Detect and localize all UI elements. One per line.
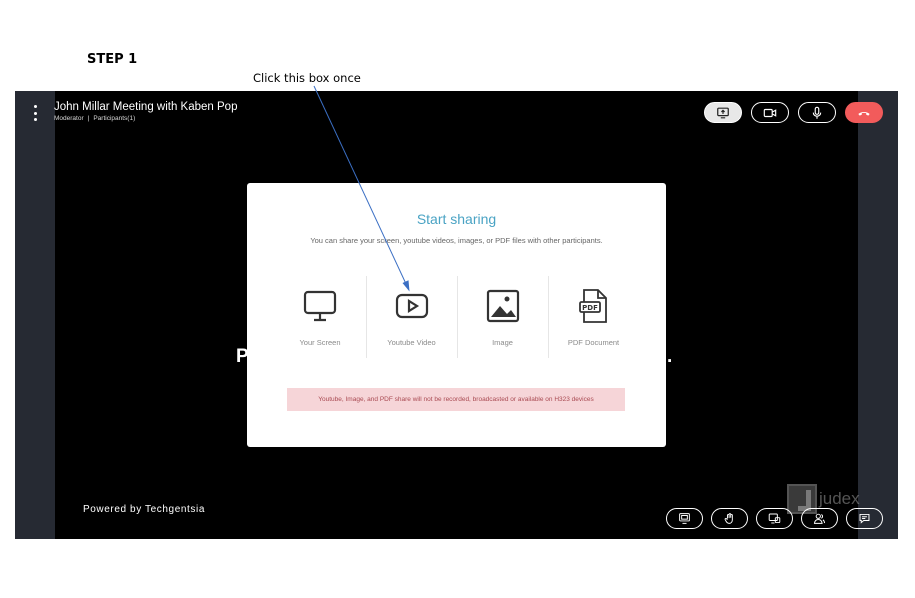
share-option-image[interactable]: Image	[457, 276, 547, 358]
play-icon	[395, 293, 428, 319]
share-option-youtube[interactable]: Youtube Video	[366, 276, 456, 358]
more-options-icon[interactable]	[30, 105, 40, 121]
modal-title: Start sharing	[416, 211, 497, 227]
modal-subtitle: You can share your screen, youtube video…	[310, 236, 603, 245]
screen-icon	[768, 513, 781, 524]
share-option-pdf[interactable]: PDF PDF Document	[548, 276, 638, 358]
background-text-right: .	[667, 346, 673, 367]
participants-button[interactable]	[801, 508, 838, 529]
info-separator: |	[87, 115, 90, 122]
hand-icon	[724, 513, 733, 524]
participants-link[interactable]: Participants(1)	[93, 115, 135, 122]
microphone-button[interactable]	[798, 102, 836, 123]
screen-share-toggle-button[interactable]	[756, 508, 793, 529]
chat-icon	[859, 513, 870, 524]
meeting-info: Moderator | Participants(1)	[54, 115, 135, 122]
powered-by-label: Powered by Techgentsia	[83, 504, 205, 515]
share-option-label: PDF Document	[567, 338, 620, 347]
meeting-window: John Millar Meeting with Kaben Pop Moder…	[15, 91, 898, 539]
share-screen-icon	[717, 107, 729, 118]
meeting-title: John Millar Meeting with Kaben Pop	[54, 101, 238, 113]
pdf-icon: PDF	[578, 289, 607, 323]
left-side-panel	[15, 91, 55, 539]
microphone-icon	[812, 106, 822, 119]
chat-button[interactable]	[846, 508, 883, 529]
right-side-panel	[858, 91, 898, 539]
role-label: Moderator	[54, 115, 84, 122]
share-option-label: Your Screen	[299, 338, 341, 347]
share-option-label: Image	[492, 338, 513, 347]
share-option-screen[interactable]: Your Screen	[275, 276, 365, 358]
monitor-icon	[303, 290, 337, 322]
video-camera-icon	[763, 108, 777, 117]
participants-icon	[813, 513, 826, 524]
share-notice: Youtube, Image, and PDF share will not b…	[287, 388, 625, 411]
camera-button[interactable]	[751, 102, 789, 123]
hang-up-icon	[858, 111, 870, 116]
raise-hand-button[interactable]	[711, 508, 748, 529]
share-modal: Start sharing You can share your screen,…	[247, 183, 666, 447]
image-icon	[486, 289, 519, 323]
svg-text:PDF: PDF	[582, 304, 598, 312]
share-option-label: Youtube Video	[387, 338, 436, 347]
step-title: STEP 1	[87, 52, 138, 67]
end-call-button[interactable]	[845, 102, 883, 123]
share-screen-button[interactable]	[704, 102, 742, 123]
layout-button[interactable]	[666, 508, 703, 529]
layout-icon	[679, 513, 690, 524]
watermark-text: judex	[819, 489, 860, 508]
callout-text: Click this box once	[253, 71, 361, 85]
